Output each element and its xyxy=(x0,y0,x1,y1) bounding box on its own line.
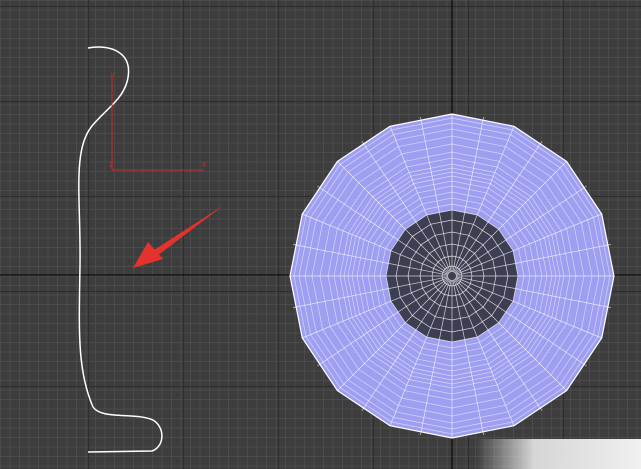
gizmo-x-label: x xyxy=(202,160,207,169)
lathed-wireframe-disc[interactable] xyxy=(289,113,615,439)
red-pointer-arrow-icon xyxy=(133,205,224,268)
scene-canvas[interactable]: y x z xyxy=(0,0,641,469)
gizmo-z-label: z xyxy=(109,160,113,169)
gizmo-y-label: y xyxy=(110,70,115,79)
viewport-top[interactable]: y x z xyxy=(0,0,641,469)
local-axis-gizmo: y x z xyxy=(109,70,207,171)
